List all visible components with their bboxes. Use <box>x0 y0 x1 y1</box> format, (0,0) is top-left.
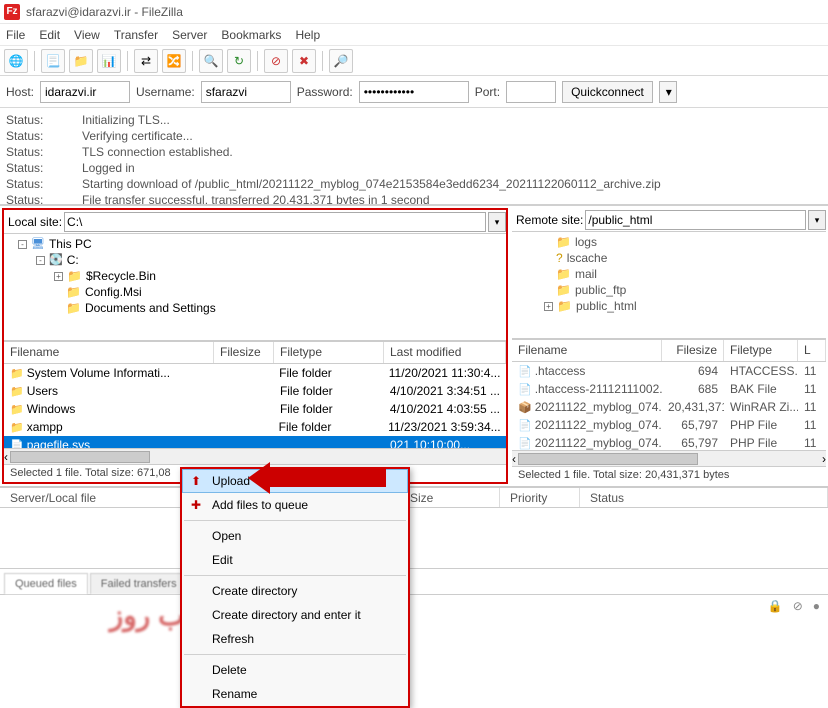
local-tree[interactable]: -🖥This PC -💽C: +📁$Recycle.Bin 📁Config.Ms… <box>4 234 506 342</box>
list-item: 📁System Volume Informati...File folder11… <box>4 364 506 382</box>
computer-icon: 🖥 <box>31 236 45 252</box>
password-input[interactable] <box>359 81 469 103</box>
tab-failed[interactable]: Failed transfers <box>90 573 188 594</box>
sync-browse-button[interactable]: ⇄ <box>134 49 158 73</box>
remote-site-label: Remote site: <box>516 213 583 227</box>
port-input[interactable] <box>506 81 556 103</box>
remote-pane: Remote site: ▾ 📁logs ?lscache 📁mail 📁pub… <box>512 208 826 484</box>
remote-grid-header: Filename Filesize Filetype L <box>512 340 826 362</box>
col-filetype[interactable]: Filetype <box>724 340 798 361</box>
list-item: 📄.htaccess-21112111002...685BAK File11 <box>512 380 826 398</box>
local-site-label: Local site: <box>8 215 62 229</box>
folder-icon: 📁 <box>66 284 81 300</box>
refresh-button[interactable]: ↻ <box>227 49 251 73</box>
window-title: sfarazvi@idarazvi.ir - FileZilla <box>26 5 183 19</box>
disconnect-button[interactable]: ✖ <box>292 49 316 73</box>
lock-icon: 🔒 <box>768 599 783 613</box>
col-filesize[interactable]: Filesize <box>214 342 274 363</box>
list-item: 📦20211122_myblog_074...20,431,371WinRAR … <box>512 398 826 416</box>
context-menu: ⬆ Upload ✚ Add files to queue Open Edit … <box>180 467 410 708</box>
context-open[interactable]: Open <box>182 524 408 548</box>
filter-button[interactable]: 🔎 <box>329 49 353 73</box>
host-label: Host: <box>6 85 34 99</box>
context-refresh[interactable]: Refresh <box>182 627 408 651</box>
list-item-selected: 📄pagefile.sys021 10:10:00... <box>4 436 506 448</box>
remote-site-input[interactable] <box>585 210 806 230</box>
password-label: Password: <box>297 85 353 99</box>
remote-file-list[interactable]: 📄.htaccess694HTACCESS...11 📄.htaccess-21… <box>512 362 826 450</box>
host-input[interactable] <box>40 81 130 103</box>
col-filename[interactable]: Filename <box>4 342 214 363</box>
title-bar: Fz sfarazvi@idarazvi.ir - FileZilla <box>0 0 828 24</box>
remote-horizontal-scrollbar[interactable]: ‹› <box>512 450 826 466</box>
menu-edit[interactable]: Edit <box>39 28 60 42</box>
menu-help[interactable]: Help <box>295 28 320 42</box>
search-button[interactable]: 🔍 <box>199 49 223 73</box>
queue-header: Server/Local file Size Priority Status <box>0 486 828 508</box>
quickconnect-button[interactable]: Quickconnect <box>562 81 653 103</box>
folder-icon: 📁 <box>66 300 81 316</box>
callout-arrow <box>266 469 386 487</box>
col-last[interactable]: L <box>798 340 826 361</box>
queue-tabs: Queued files Failed transfers <box>0 568 828 594</box>
username-input[interactable] <box>201 81 291 103</box>
menu-server[interactable]: Server <box>172 28 207 42</box>
list-item: 📁xamppFile folder11/23/2021 3:59:34... <box>4 418 506 436</box>
list-item: 📄.htaccess694HTACCESS...11 <box>512 362 826 380</box>
compare-button[interactable]: 🔀 <box>162 49 186 73</box>
quickconnect-dropdown[interactable]: ▾ <box>659 81 677 103</box>
remote-site-dropdown[interactable]: ▾ <box>808 210 826 230</box>
menu-bookmarks[interactable]: Bookmarks <box>221 28 281 42</box>
folder-icon: 📁 <box>67 268 82 284</box>
site-manager-button[interactable]: 🌐 <box>4 49 28 73</box>
list-item: 📄20211122_myblog_074...65,797PHP File11 <box>512 434 826 450</box>
local-file-list[interactable]: 📁System Volume Informati...File folder11… <box>4 364 506 448</box>
toggle-tree-button[interactable]: 📁 <box>69 49 93 73</box>
queue-empty-area <box>0 508 828 568</box>
context-create-enter[interactable]: Create directory and enter it <box>182 603 408 627</box>
context-edit[interactable]: Edit <box>182 548 408 572</box>
list-item: 📁WindowsFile folder4/10/2021 4:03:55 ... <box>4 400 506 418</box>
local-site-dropdown[interactable]: ▾ <box>488 212 506 232</box>
username-label: Username: <box>136 85 195 99</box>
col-modified[interactable]: Last modified <box>384 342 506 363</box>
context-create-dir[interactable]: Create directory <box>182 579 408 603</box>
col-filetype[interactable]: Filetype <box>274 342 384 363</box>
toolbar: 🌐 📃 📁 📊 ⇄ 🔀 🔍 ↻ ⊘ ✖ 🔎 <box>0 46 828 76</box>
toggle-log-button[interactable]: 📃 <box>41 49 65 73</box>
drive-icon: 💽 <box>49 252 63 268</box>
list-item: 📁UsersFile folder4/10/2021 3:34:51 ... <box>4 382 506 400</box>
menu-bar: File Edit View Transfer Server Bookmarks… <box>0 24 828 46</box>
remote-tree[interactable]: 📁logs ?lscache 📁mail 📁public_ftp +📁publi… <box>512 232 826 340</box>
context-add-queue[interactable]: ✚ Add files to queue <box>182 493 408 517</box>
toggle-queue-button[interactable]: 📊 <box>97 49 121 73</box>
context-rename[interactable]: Rename <box>182 682 408 706</box>
local-grid-header: Filename Filesize Filetype Last modified <box>4 342 506 364</box>
col-filename[interactable]: Filename <box>512 340 662 361</box>
menu-view[interactable]: View <box>74 28 100 42</box>
message-log: Status:Initializing TLS... Status:Verify… <box>0 108 828 206</box>
list-item: 📄20211122_myblog_074...65,797PHP File11 <box>512 416 826 434</box>
local-site-input[interactable] <box>64 212 486 232</box>
col-filesize[interactable]: Filesize <box>662 340 724 361</box>
tab-queued[interactable]: Queued files <box>4 573 88 594</box>
cancel-button[interactable]: ⊘ <box>264 49 288 73</box>
queue-icon: ⊘ <box>793 599 803 613</box>
quickconnect-bar: Host: Username: Password: Port: Quickcon… <box>0 76 828 108</box>
local-pane: Local site: ▾ -🖥This PC -💽C: +📁$Recycle.… <box>2 208 508 484</box>
status-dot: ● <box>813 599 820 613</box>
menu-file[interactable]: File <box>6 28 25 42</box>
port-label: Port: <box>475 85 500 99</box>
app-icon: Fz <box>4 4 20 20</box>
upload-icon: ⬆ <box>188 474 204 488</box>
menu-transfer[interactable]: Transfer <box>114 28 158 42</box>
queue-add-icon: ✚ <box>188 498 204 512</box>
remote-selection-status: Selected 1 file. Total size: 20,431,371 … <box>512 466 826 484</box>
